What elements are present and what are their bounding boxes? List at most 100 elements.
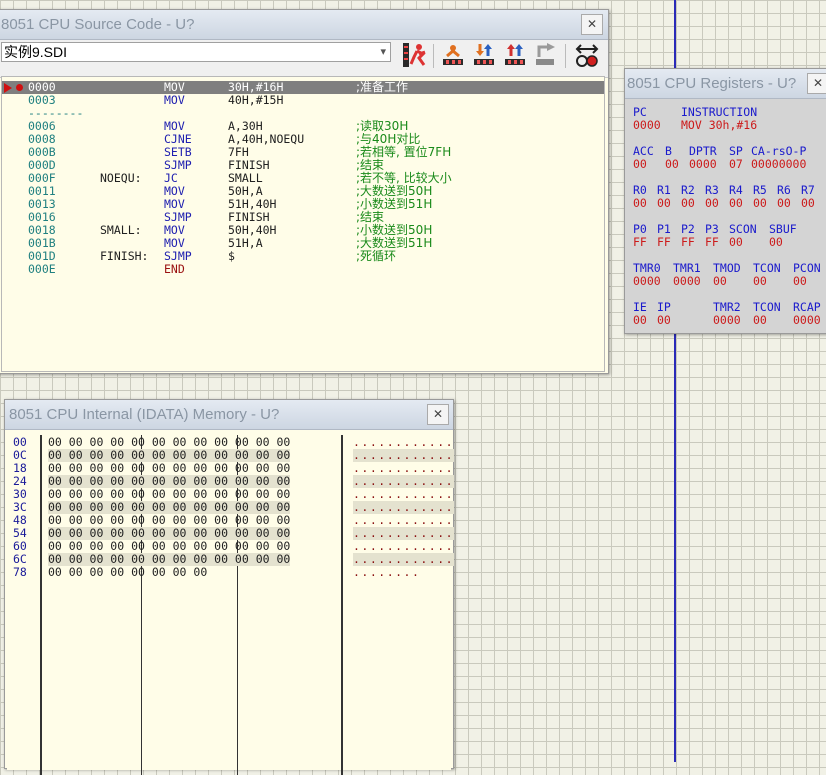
register-name: R7	[801, 183, 815, 197]
code-listing[interactable]: 0000 MOV 30H,#16H ;准备工作 0003 MOV 40H,#15H -----…	[1, 76, 605, 372]
register-value[interactable]: 00	[665, 157, 679, 171]
line-mnemonic: MOV	[164, 93, 185, 107]
code-line[interactable]: 0000 MOV 30H,#16H ;准备工作	[2, 81, 604, 94]
memory-ascii: ........	[353, 565, 421, 579]
step-into-icon[interactable]	[471, 42, 497, 68]
step-over-icon[interactable]	[440, 42, 466, 68]
register-name: SBUF	[769, 222, 797, 236]
memory-window-titlebar[interactable]: 8051 CPU Internal (IDATA) Memory - U?	[5, 400, 453, 430]
register-value[interactable]: 00	[729, 196, 743, 210]
code-line[interactable]: 001B MOV 51H,A ;大数送到51H	[2, 237, 604, 250]
code-line[interactable]: 0011 MOV 50H,A ;大数送到50H	[2, 185, 604, 198]
run-icon[interactable]	[402, 42, 428, 68]
register-value[interactable]: 07	[729, 157, 743, 171]
memory-grid[interactable]: 00 00 00 00 00 00 00 00 00 00 00 00 00...…	[7, 430, 455, 775]
register-name: TMR1	[673, 261, 701, 275]
register-value[interactable]: 00	[801, 196, 815, 210]
register-value[interactable]: 00	[729, 235, 743, 249]
register-name: R3	[705, 183, 719, 197]
register-value[interactable]: MOV 30h,#16	[681, 118, 757, 132]
code-line[interactable]: 000F NOEQU: JC SMALL ;若不等, 比较大小	[2, 172, 604, 185]
register-name: R2	[681, 183, 695, 197]
registers-window: 8051 CPU Registers - U? ✕ PC 0000 INSTRUCT…	[624, 68, 826, 334]
step-out-icon[interactable]	[502, 42, 528, 68]
register-value[interactable]: 00	[657, 196, 671, 210]
register-value[interactable]: FF	[681, 235, 695, 249]
register-value[interactable]: 00	[713, 274, 727, 288]
source-window-titlebar[interactable]: 8051 CPU Source Code - U?	[0, 10, 608, 40]
code-line[interactable]: 0013 MOV 51H,40H ;小数送到51H	[2, 198, 604, 211]
register-name: TCON	[753, 300, 781, 314]
registers-window-titlebar[interactable]: 8051 CPU Registers - U?	[625, 69, 826, 99]
register-name: CA-rsO-P	[751, 144, 807, 158]
breakpoint-icon[interactable]	[16, 84, 23, 91]
code-line[interactable]: 0018 SMALL: MOV 50H,40H ;小数送到50H	[2, 224, 604, 237]
register-name: SCON	[729, 222, 757, 236]
run-to-cursor-icon[interactable]	[533, 42, 559, 68]
register-value[interactable]: 0000	[713, 313, 741, 327]
file-select[interactable]: 实例9.SDI ▾	[1, 42, 391, 62]
register-value[interactable]: 00	[753, 313, 767, 327]
register-value[interactable]: 0000	[633, 274, 661, 288]
register-name: PCON	[793, 261, 821, 275]
register-value[interactable]: FF	[705, 235, 719, 249]
line-label: NOEQU:	[100, 171, 142, 185]
code-line[interactable]: 0008 CJNE A,40H,NOEQU ;与40H对比	[2, 133, 604, 146]
register-value[interactable]: 00	[753, 196, 767, 210]
register-value[interactable]: 00	[793, 274, 807, 288]
register-value[interactable]: FF	[657, 235, 671, 249]
current-line-arrow-icon	[4, 83, 12, 93]
breakpoint-toggle-icon[interactable]	[574, 42, 600, 68]
line-label: FINISH:	[100, 249, 149, 263]
line-comment: ;死循环	[356, 249, 397, 263]
toolbar-divider	[565, 44, 566, 68]
register-value[interactable]: 00000000	[751, 157, 806, 171]
register-value[interactable]: 0000	[793, 313, 821, 327]
register-value[interactable]: 00	[705, 196, 719, 210]
register-name: TMOD	[713, 261, 741, 275]
register-value[interactable]: 00	[753, 274, 767, 288]
line-mnemonic: END	[164, 262, 185, 276]
register-name: INSTRUCTION	[681, 105, 758, 119]
code-line[interactable]: 000E END	[2, 263, 604, 276]
code-line[interactable]: 000B SETB 7FH ;若相等, 置位7FH	[2, 146, 604, 159]
code-line[interactable]: 000D SJMP FINISH ;结束	[2, 159, 604, 172]
register-name: TMR0	[633, 261, 661, 275]
memory-address: 78	[13, 565, 27, 579]
register-value[interactable]: FF	[633, 235, 647, 249]
register-name: IE	[633, 300, 647, 314]
code-line[interactable]: 0003 MOV 40H,#15H	[2, 94, 604, 107]
register-value[interactable]: 0000	[673, 274, 701, 288]
chevron-down-icon[interactable]: ▾	[380, 43, 386, 61]
register-value[interactable]: 0000	[689, 157, 717, 171]
register-name: R0	[633, 183, 647, 197]
close-icon[interactable]: ✕	[807, 73, 826, 94]
file-select-value: 实例9.SDI	[4, 44, 68, 60]
register-value[interactable]: 00	[657, 313, 671, 327]
memory-bytes: 00 00 00 00 00 00 00 00	[48, 565, 208, 579]
register-name: P1	[657, 222, 671, 236]
close-icon[interactable]: ✕	[427, 404, 449, 425]
register-name: ACC	[633, 144, 654, 158]
code-line[interactable]: 0016 SJMP FINISH ;结束	[2, 211, 604, 224]
source-window-title: 8051 CPU Source Code - U?	[1, 16, 195, 33]
registers-window-title: 8051 CPU Registers - U?	[627, 75, 797, 92]
register-value[interactable]: 00	[633, 313, 647, 327]
register-name: PC	[633, 105, 647, 119]
code-line[interactable]: --------	[2, 107, 604, 120]
register-name: R5	[753, 183, 767, 197]
memory-row[interactable]: 78 00 00 00 00 00 00 00 00........	[7, 566, 451, 579]
register-value[interactable]: 00	[777, 196, 791, 210]
register-name: IP	[657, 300, 671, 314]
close-icon[interactable]: ✕	[581, 14, 603, 35]
register-value[interactable]: 00	[681, 196, 695, 210]
line-operands: $	[228, 249, 235, 263]
source-code-window: 8051 CPU Source Code - U? ✕ 实例9.SDI ▾ 00…	[0, 9, 609, 374]
registers-panel: PC 0000 INSTRUCTION MOV 30h,#16 ACC 00 B 00 DPTR…	[625, 99, 826, 333]
register-value[interactable]: 00	[769, 235, 783, 249]
register-value[interactable]: 00	[633, 196, 647, 210]
register-name: P3	[705, 222, 719, 236]
code-line[interactable]: 001D FINISH: SJMP $ ;死循环	[2, 250, 604, 263]
register-value[interactable]: 00	[633, 157, 647, 171]
register-value[interactable]: 0000	[633, 118, 661, 132]
